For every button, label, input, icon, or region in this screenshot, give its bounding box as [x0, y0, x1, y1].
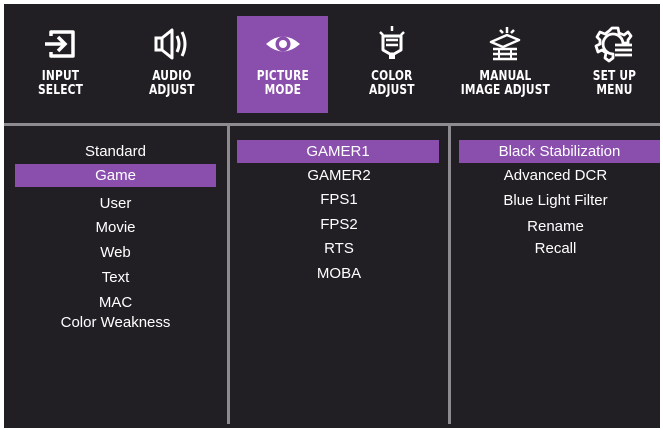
game-mode-list: GAMER1 GAMER2 FPS1 FPS2 RTS MOBA — [230, 126, 448, 428]
list-item-user[interactable]: User — [4, 192, 227, 215]
tab-label: COLOR — [371, 69, 413, 84]
tab-setup-menu[interactable]: SET UP MENU — [577, 16, 651, 113]
tab-label: AUDIO — [152, 69, 192, 84]
tab-label: SET UP — [592, 69, 636, 84]
eye-icon — [265, 36, 300, 52]
color-bulb-icon — [379, 26, 405, 59]
tab-label: MANUAL — [478, 69, 532, 84]
list-item-gamer2[interactable]: GAMER2 — [230, 164, 448, 187]
osd-menu: INPUT SELECT AUDIO ADJUST PICTURE MODE C… — [4, 4, 660, 428]
list-item-color-weakness[interactable]: Color Weakness — [4, 311, 227, 334]
tab-audio-adjust[interactable]: AUDIO ADJUST — [132, 16, 212, 113]
input-select-icon — [45, 30, 75, 58]
gear-setup-icon — [594, 26, 633, 63]
list-item-advanced-dcr[interactable]: Advanced DCR — [451, 164, 660, 187]
list-item-standard[interactable]: Standard — [4, 140, 227, 163]
tab-input-select[interactable]: INPUT SELECT — [21, 16, 101, 113]
picture-mode-list: Standard Game User Movie Web Text MAC Co… — [4, 126, 227, 428]
tab-label: IMAGE ADJUST — [460, 83, 550, 98]
list-item-movie[interactable]: Movie — [4, 216, 227, 239]
tab-label: MODE — [264, 83, 301, 98]
list-item-recall[interactable]: Recall — [451, 237, 660, 260]
list-item-text[interactable]: Text — [4, 266, 227, 289]
list-item-game[interactable]: Game — [15, 164, 216, 187]
tab-label: ADJUST — [149, 83, 195, 98]
tab-label: ADJUST — [369, 83, 415, 98]
list-item-fps2[interactable]: FPS2 — [230, 213, 448, 236]
tab-picture-mode[interactable]: PICTURE MODE — [237, 16, 328, 113]
list-item-black-stabilization[interactable]: Black Stabilization — [459, 140, 660, 163]
tab-label: PICTURE — [256, 69, 309, 84]
list-item-fps1[interactable]: FPS1 — [230, 188, 448, 211]
list-item-blue-light-filter[interactable]: Blue Light Filter — [451, 189, 660, 212]
tab-color-adjust[interactable]: COLOR ADJUST — [352, 16, 432, 113]
tab-label: INPUT — [42, 69, 80, 84]
list-item-web[interactable]: Web — [4, 241, 227, 264]
tab-manual-image-adjust[interactable]: MANUAL IMAGE ADJUST — [456, 16, 554, 113]
manual-image-icon — [489, 27, 521, 61]
list-item-rts[interactable]: RTS — [230, 237, 448, 260]
list-item-gamer1[interactable]: GAMER1 — [237, 140, 439, 163]
list-item-moba[interactable]: MOBA — [230, 262, 448, 285]
audio-icon — [154, 28, 187, 60]
list-item-rename[interactable]: Rename — [451, 215, 660, 238]
tab-label: MENU — [595, 83, 633, 98]
menu-tab-bar: INPUT SELECT AUDIO ADJUST PICTURE MODE C… — [4, 4, 660, 123]
tab-label: SELECT — [38, 83, 84, 98]
settings-list: Black Stabilization Advanced DCR Blue Li… — [451, 126, 660, 428]
